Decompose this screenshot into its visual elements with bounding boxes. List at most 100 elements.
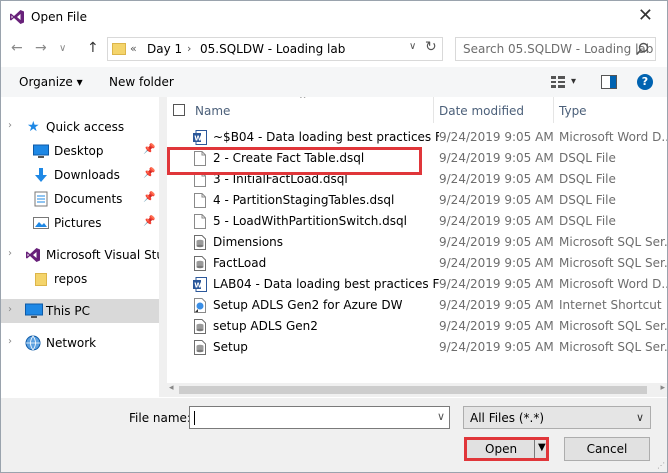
file-row[interactable]: Setup 9/24/2019 9:05 AM Microsoft SQL Ser.… bbox=[167, 337, 667, 358]
file-date-modified: 9/24/2019 9:05 AM bbox=[439, 235, 554, 249]
file-name: Dimensions bbox=[213, 235, 284, 249]
file-row[interactable]: FactLoad 9/24/2019 9:05 AM Microsoft SQL S… bbox=[167, 253, 667, 274]
sort-ascending-icon: ^ bbox=[299, 97, 307, 105]
help-icon[interactable]: ? bbox=[637, 74, 653, 90]
nav-network[interactable]: › Network bbox=[1, 332, 159, 354]
nav-label: Desktop bbox=[54, 144, 104, 158]
file-row[interactable]: 4 - PartitionStagingTables.dsql 9/24/2019… bbox=[167, 190, 667, 211]
recent-locations-button[interactable]: ∨ bbox=[59, 43, 66, 54]
nav-repos[interactable]: repos bbox=[1, 268, 159, 290]
resize-grip-icon[interactable]: ⋰ bbox=[657, 461, 665, 470]
file-row[interactable]: setup ADLS Gen2 9/24/2019 9:05 AM Microsof… bbox=[167, 316, 667, 337]
chevron-down-icon: ∨ bbox=[635, 411, 644, 424]
split-divider bbox=[534, 440, 535, 458]
chevron-down-icon[interactable]: ∨ bbox=[409, 41, 416, 52]
view-dropdown-button[interactable]: ▾ bbox=[571, 76, 576, 87]
file-date-modified: 9/24/2019 9:05 AM bbox=[439, 340, 554, 354]
desktop-icon bbox=[33, 143, 49, 159]
file-type: Microsoft Word D... bbox=[559, 130, 667, 144]
file-icon bbox=[193, 214, 207, 229]
file-type-value: All Files (*.*) bbox=[470, 411, 545, 425]
cancel-button-label: Cancel bbox=[586, 442, 628, 456]
file-type: Microsoft Word D... bbox=[559, 277, 667, 291]
chevron-right-icon[interactable]: › bbox=[8, 304, 12, 315]
chevron-down-icon[interactable]: ∨ bbox=[437, 410, 445, 423]
visual-studio-icon bbox=[10, 10, 24, 24]
file-type: DSQL File bbox=[559, 151, 616, 165]
column-header-type[interactable]: Type bbox=[559, 104, 587, 118]
open-button[interactable]: Open ▼ bbox=[464, 437, 549, 461]
preview-pane-icon[interactable] bbox=[601, 75, 617, 89]
file-date-modified: 9/24/2019 9:05 AM bbox=[439, 298, 554, 312]
pin-icon: 📌 bbox=[143, 168, 156, 179]
scroll-thumb[interactable] bbox=[179, 386, 647, 394]
file-row[interactable]: W ~$B04 - Data loading best practices Fi.… bbox=[167, 127, 667, 148]
close-button[interactable]: ✕ bbox=[638, 5, 653, 26]
scroll-left-icon[interactable]: ◂ bbox=[169, 383, 174, 393]
nav-documents[interactable]: Documents 📌 bbox=[1, 188, 159, 210]
folder-icon bbox=[112, 43, 126, 55]
file-row[interactable]: Setup ADLS Gen2 for Azure DW 9/24/2019 9:… bbox=[167, 295, 667, 316]
column-header-date-modified[interactable]: Date modified bbox=[439, 104, 524, 118]
column-header-name[interactable]: Name bbox=[195, 104, 230, 118]
address-bar[interactable]: « Day 1 › 05.SQLDW - Loading lab ∨ ↻ bbox=[107, 37, 443, 61]
nav-downloads[interactable]: Downloads 📌 bbox=[1, 164, 159, 186]
organize-button[interactable]: Organize ▾ bbox=[19, 75, 83, 89]
file-row[interactable]: 5 - LoadWithPartitionSwitch.dsql 9/24/201… bbox=[167, 211, 667, 232]
open-button-label: Open bbox=[485, 442, 518, 456]
file-date-modified: 9/24/2019 9:05 AM bbox=[439, 193, 554, 207]
file-name: FactLoad bbox=[213, 256, 267, 270]
file-type: Internet Shortcut bbox=[559, 298, 662, 312]
nav-visual-studio[interactable]: › Microsoft Visual Stud bbox=[1, 244, 159, 266]
file-name: 5 - LoadWithPartitionSwitch.dsql bbox=[213, 214, 407, 228]
refresh-icon[interactable]: ↻ bbox=[425, 39, 437, 55]
forward-button[interactable]: → bbox=[35, 40, 47, 56]
chevron-right-icon[interactable]: › bbox=[8, 336, 12, 347]
view-options-icon[interactable] bbox=[551, 76, 565, 88]
nav-desktop[interactable]: Desktop 📌 bbox=[1, 140, 159, 162]
up-button[interactable]: ↑ bbox=[87, 40, 99, 56]
breadcrumb-separator[interactable]: › bbox=[187, 42, 191, 55]
nav-quick-access[interactable]: › ★ Quick access bbox=[1, 116, 159, 138]
breadcrumb-day1[interactable]: Day 1 bbox=[147, 42, 182, 56]
nav-label: repos bbox=[54, 272, 88, 286]
navigation-pane: › ★ Quick access Desktop 📌 Downloads 📌 D… bbox=[1, 97, 159, 397]
open-file-dialog: Open File ✕ ← → ∨ ↑ « Day 1 › 05.SQLDW -… bbox=[0, 0, 668, 473]
nav-label: Downloads bbox=[54, 168, 120, 182]
highlight-annotation bbox=[167, 147, 422, 175]
nav-label: Pictures bbox=[54, 216, 102, 230]
new-folder-button[interactable]: New folder bbox=[109, 75, 174, 89]
column-divider[interactable] bbox=[553, 97, 554, 123]
word-icon: W bbox=[193, 277, 207, 292]
search-box[interactable]: Search 05.SQLDW - Loading lab bbox=[455, 37, 656, 61]
nav-this-pc[interactable]: › This PC bbox=[1, 299, 159, 323]
open-options-dropdown[interactable]: ▼ bbox=[538, 442, 546, 453]
file-name-input[interactable]: ∨ bbox=[189, 406, 450, 429]
nav-pictures[interactable]: Pictures 📌 bbox=[1, 212, 159, 234]
address-row: ← → ∨ ↑ « Day 1 › 05.SQLDW - Loading lab… bbox=[1, 34, 667, 64]
navigation-scrollbar[interactable] bbox=[159, 97, 167, 397]
select-all-checkbox[interactable] bbox=[173, 104, 185, 116]
back-button[interactable]: ← bbox=[11, 40, 23, 56]
cancel-button[interactable]: Cancel bbox=[564, 437, 650, 461]
nav-label: Microsoft Visual Stud bbox=[46, 248, 159, 262]
nav-label: This PC bbox=[46, 304, 90, 318]
sql-file-icon bbox=[193, 340, 207, 355]
sql-file-icon bbox=[193, 256, 207, 271]
file-row[interactable]: Dimensions 9/24/2019 9:05 AM Microsoft SQL… bbox=[167, 232, 667, 253]
command-bar: Organize ▾ New folder ▾ ? bbox=[1, 67, 667, 97]
nav-label: Quick access bbox=[46, 120, 125, 134]
file-row[interactable]: W LAB04 - Data loading best practices Fi.… bbox=[167, 274, 667, 295]
file-icon bbox=[193, 193, 207, 208]
folder-icon bbox=[35, 273, 47, 286]
chevron-right-icon[interactable]: › bbox=[8, 248, 12, 259]
scroll-right-icon[interactable]: ▸ bbox=[660, 383, 665, 393]
breadcrumb-overflow[interactable]: « bbox=[130, 42, 137, 55]
horizontal-scrollbar[interactable]: ◂ ▸ bbox=[167, 383, 667, 397]
breadcrumb-current-folder[interactable]: 05.SQLDW - Loading lab bbox=[200, 42, 345, 56]
sql-file-icon bbox=[193, 235, 207, 250]
chevron-right-icon[interactable]: › bbox=[8, 120, 12, 131]
column-divider[interactable] bbox=[433, 97, 434, 123]
file-type-select[interactable]: All Files (*.*) ∨ bbox=[463, 406, 651, 429]
network-icon bbox=[25, 335, 41, 351]
